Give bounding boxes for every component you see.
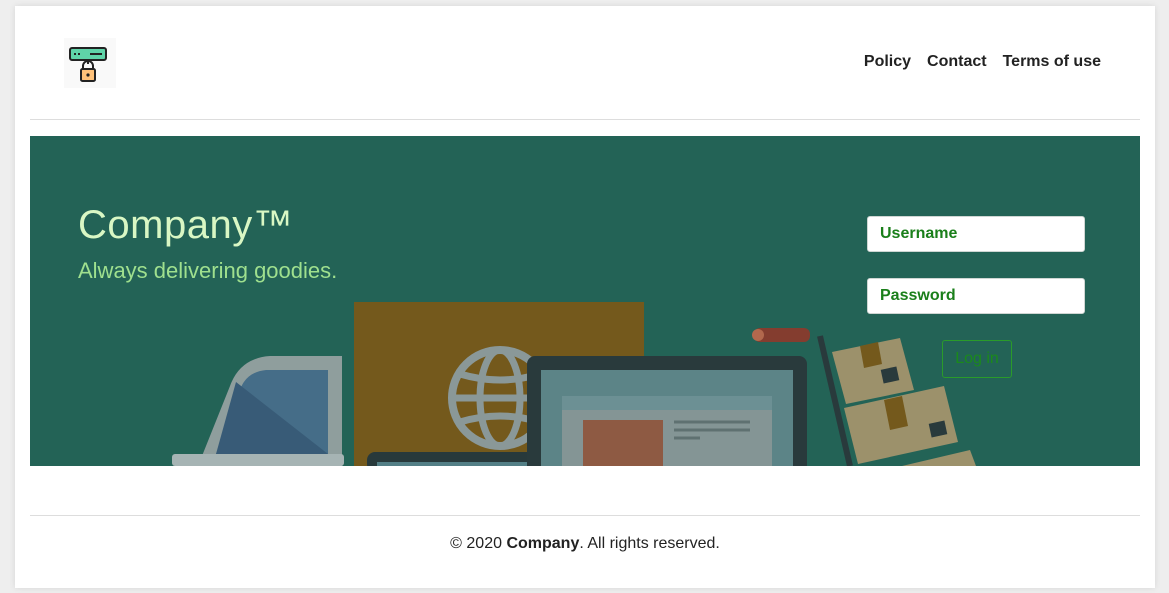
main-nav: Policy Contact Terms of use	[864, 53, 1101, 71]
nav-link-terms-of-use[interactable]: Terms of use	[1003, 53, 1101, 71]
nav-link-contact[interactable]: Contact	[927, 53, 987, 71]
username-input[interactable]	[867, 216, 1085, 252]
footer-company-name: Company	[506, 535, 580, 552]
site-header: Policy Contact Terms of use	[15, 6, 1155, 119]
nav-link-policy[interactable]: Policy	[864, 53, 911, 71]
hero-subtitle: Always delivering goodies.	[78, 258, 338, 283]
page-card: Policy Contact Terms of use Company™ Alw…	[15, 6, 1155, 588]
login-button[interactable]: Log in	[942, 340, 1012, 378]
footer-divider	[30, 515, 1140, 516]
password-input[interactable]	[867, 278, 1085, 314]
hero-banner: Company™ Always delivering goodies. Log …	[30, 136, 1140, 466]
header-divider	[30, 119, 1140, 120]
site-footer: © 2020 Company. All rights reserved.	[15, 535, 1155, 553]
footer-copyright-prefix: © 2020	[450, 535, 507, 552]
hero-title: Company™	[78, 203, 294, 247]
footer-rights-text: . All rights reserved.	[579, 535, 720, 552]
server-lock-icon[interactable]	[64, 38, 116, 88]
